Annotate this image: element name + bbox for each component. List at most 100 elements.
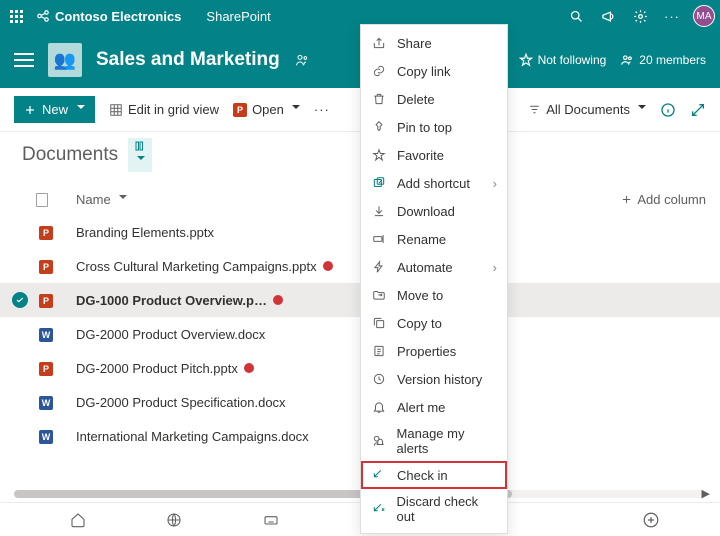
file-name[interactable]: Cross Cultural Marketing Campaigns.pptx <box>76 259 366 274</box>
megaphone-icon <box>601 9 616 24</box>
discard-icon <box>371 501 387 517</box>
menu-item-label: Share <box>397 36 432 51</box>
checked-out-icon <box>323 261 333 271</box>
edit-grid-button[interactable]: Edit in grid view <box>109 102 219 117</box>
menu-item-label: Rename <box>397 232 446 247</box>
globe-icon[interactable] <box>166 512 182 528</box>
star-icon <box>371 147 387 163</box>
new-button[interactable]: New <box>14 96 95 123</box>
chevron-down-icon <box>289 102 300 117</box>
file-type-icon: W <box>36 326 56 342</box>
menu-item-pin[interactable]: Pin to top <box>361 113 507 141</box>
overflow-button[interactable]: ··· <box>656 0 688 32</box>
add-column-label: Add column <box>637 192 706 207</box>
star-icon <box>519 53 533 67</box>
column-type[interactable] <box>36 193 76 207</box>
checkin-icon <box>371 467 387 483</box>
filter-icon <box>528 103 541 116</box>
chevron-down-icon <box>116 192 127 207</box>
tiles-toggle[interactable] <box>128 138 152 172</box>
user-avatar[interactable]: MA <box>693 5 715 27</box>
menu-item-discard[interactable]: Discard check out <box>361 489 507 529</box>
product-name[interactable]: SharePoint <box>206 9 270 24</box>
file-name[interactable]: DG-2000 Product Specification.docx <box>76 395 366 410</box>
menu-item-rename[interactable]: Rename <box>361 225 507 253</box>
site-title: Sales and Marketing <box>96 49 280 71</box>
version-icon <box>371 371 387 387</box>
add-nav-button[interactable] <box>642 511 660 529</box>
follow-label: Not following <box>538 53 607 67</box>
grid-icon <box>109 103 123 117</box>
file-name[interactable]: Branding Elements.pptx <box>76 225 366 240</box>
menu-item-delete[interactable]: Delete <box>361 85 507 113</box>
menu-item-moveto[interactable]: Move to <box>361 281 507 309</box>
plus-icon <box>24 104 36 116</box>
file-type-icon: P <box>36 224 56 240</box>
menu-item-label: Copy to <box>397 316 442 331</box>
open-button[interactable]: P Open <box>233 102 300 117</box>
chevron-down-icon <box>635 102 646 117</box>
menu-item-alert[interactable]: Alert me <box>361 393 507 421</box>
menu-item-label: Copy link <box>397 64 450 79</box>
file-name[interactable]: DG-1000 Product Overview.p… <box>76 293 366 308</box>
menu-item-properties[interactable]: Properties <box>361 337 507 365</box>
menu-item-shortcut[interactable]: Add shortcut› <box>361 169 507 197</box>
download-icon <box>371 203 387 219</box>
menu-item-automate[interactable]: Automate› <box>361 253 507 281</box>
menu-item-label: Add shortcut <box>397 176 470 191</box>
menu-item-checkin[interactable]: Check in <box>361 461 507 489</box>
megaphone-button[interactable] <box>592 0 624 32</box>
members-icon <box>620 53 634 67</box>
menu-item-label: Favorite <box>397 148 444 163</box>
menu-item-label: Discard check out <box>397 494 497 524</box>
follow-button[interactable]: Not following <box>519 53 607 67</box>
menu-item-managealerts[interactable]: Manage my alerts <box>361 421 507 461</box>
info-icon[interactable] <box>660 102 676 118</box>
file-name[interactable]: DG-2000 Product Pitch.pptx <box>76 361 366 376</box>
checked-out-icon <box>244 363 254 373</box>
settings-button[interactable] <box>624 0 656 32</box>
menu-item-link[interactable]: Copy link <box>361 57 507 85</box>
file-name[interactable]: DG-2000 Product Overview.docx <box>76 327 366 342</box>
menu-item-label: Version history <box>397 372 482 387</box>
expand-icon[interactable] <box>690 102 706 118</box>
ellipsis-icon: ··· <box>664 9 680 24</box>
brand-name: Contoso Electronics <box>55 9 181 24</box>
file-type-icon <box>36 193 48 207</box>
menu-item-share[interactable]: Share <box>361 29 507 57</box>
library-title: Documents <box>22 144 118 166</box>
share-icon <box>371 35 387 51</box>
brand-logo[interactable]: Contoso Electronics <box>36 9 181 24</box>
menu-item-version[interactable]: Version history <box>361 365 507 393</box>
tiles-icon <box>134 140 146 152</box>
search-button[interactable] <box>560 0 592 32</box>
file-name[interactable]: International Marketing Campaigns.docx <box>76 429 366 444</box>
selected-indicator <box>12 292 28 308</box>
powerpoint-icon: P <box>233 103 247 117</box>
site-logo[interactable]: 👥 <box>48 43 82 77</box>
nav-toggle-button[interactable] <box>14 53 34 67</box>
view-switcher[interactable]: All Documents <box>528 102 646 117</box>
managealerts-icon <box>371 433 387 449</box>
members-button[interactable]: 20 members <box>620 53 706 67</box>
menu-item-copyto[interactable]: Copy to <box>361 309 507 337</box>
automate-icon <box>371 259 387 275</box>
menu-item-label: Download <box>397 204 455 219</box>
context-menu: Share Copy link DeletePin to top Favorite Ad… <box>360 24 508 534</box>
add-column-button[interactable]: Add column <box>621 192 706 207</box>
teams-icon[interactable] <box>294 52 310 68</box>
command-overflow-button[interactable]: ··· <box>314 102 330 117</box>
scroll-right-arrow[interactable]: ▶ <box>702 487 710 500</box>
menu-item-download[interactable]: Download <box>361 197 507 225</box>
link-icon <box>371 63 387 79</box>
file-type-icon: P <box>36 360 56 376</box>
column-name[interactable]: Name <box>76 192 366 207</box>
keyboard-icon[interactable] <box>262 512 280 528</box>
home-icon[interactable] <box>70 512 86 528</box>
file-type-icon: P <box>36 292 56 308</box>
menu-item-label: Automate <box>397 260 453 275</box>
settings-icon <box>633 9 648 24</box>
view-label: All Documents <box>546 102 630 117</box>
menu-item-star[interactable]: Favorite <box>361 141 507 169</box>
app-launcher-button[interactable] <box>0 0 32 32</box>
